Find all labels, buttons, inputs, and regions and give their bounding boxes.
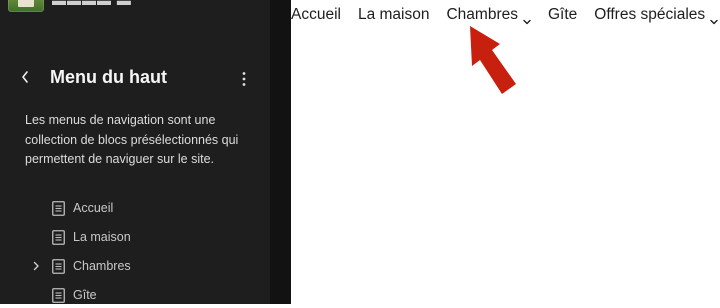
preview-nav-item[interactable]: Offres spéciales: [594, 6, 718, 25]
sidebar-nav-item[interactable]: Accueil: [0, 196, 270, 220]
chevron-down-icon[interactable]: [710, 12, 718, 25]
more-options-button[interactable]: [234, 68, 254, 90]
sidebar-nav-item-label: La maison: [73, 230, 131, 244]
site-name-fragment: ▬▬▬▬ ▬ ▬▬▬▬: [52, 0, 192, 6]
preview-nav-item[interactable]: Accueil: [291, 6, 341, 24]
preview-nav-label: Gîte: [547, 6, 578, 23]
preview-nav-item[interactable]: La maison: [358, 6, 430, 24]
sidebar-nav-item-label: Chambres: [73, 259, 131, 273]
sidebar-nav-item-label: Accueil: [73, 201, 114, 215]
chevron-down-icon[interactable]: [523, 12, 531, 25]
page-icon: [52, 229, 65, 245]
panel-description: Les menus de navigation sont une collect…: [25, 113, 239, 166]
panel-title: Menu du haut: [50, 67, 167, 87]
preview-nav-label: La maison: [357, 6, 430, 23]
page-icon: [52, 200, 65, 216]
chevron-left-icon: [22, 71, 28, 83]
editor-sidebar: ▬▬▬▬ ▬ ▬▬▬▬ Menu du haut Les menus de na…: [0, 0, 270, 304]
page-icon: [52, 287, 65, 303]
more-vertical-icon: [242, 72, 246, 86]
preview-nav-label: Offres spéciales: [594, 6, 706, 23]
chevron-right-icon[interactable]: [30, 260, 42, 272]
back-button[interactable]: [16, 66, 34, 88]
preview-nav-item[interactable]: Gîte: [548, 6, 577, 24]
page-icon: [52, 258, 65, 274]
sidebar-nav-item-label: Gîte: [73, 288, 97, 302]
canvas-gutter: [270, 0, 291, 304]
annotation-arrow-icon: [470, 26, 516, 94]
sidebar-nav-item[interactable]: Chambres: [0, 254, 270, 278]
site-logo[interactable]: [8, 0, 44, 12]
sidebar-nav-item[interactable]: Gîte: [0, 283, 270, 307]
preview-nav-label: Accueil: [291, 6, 341, 23]
sidebar-nav-item[interactable]: La maison: [0, 225, 270, 249]
